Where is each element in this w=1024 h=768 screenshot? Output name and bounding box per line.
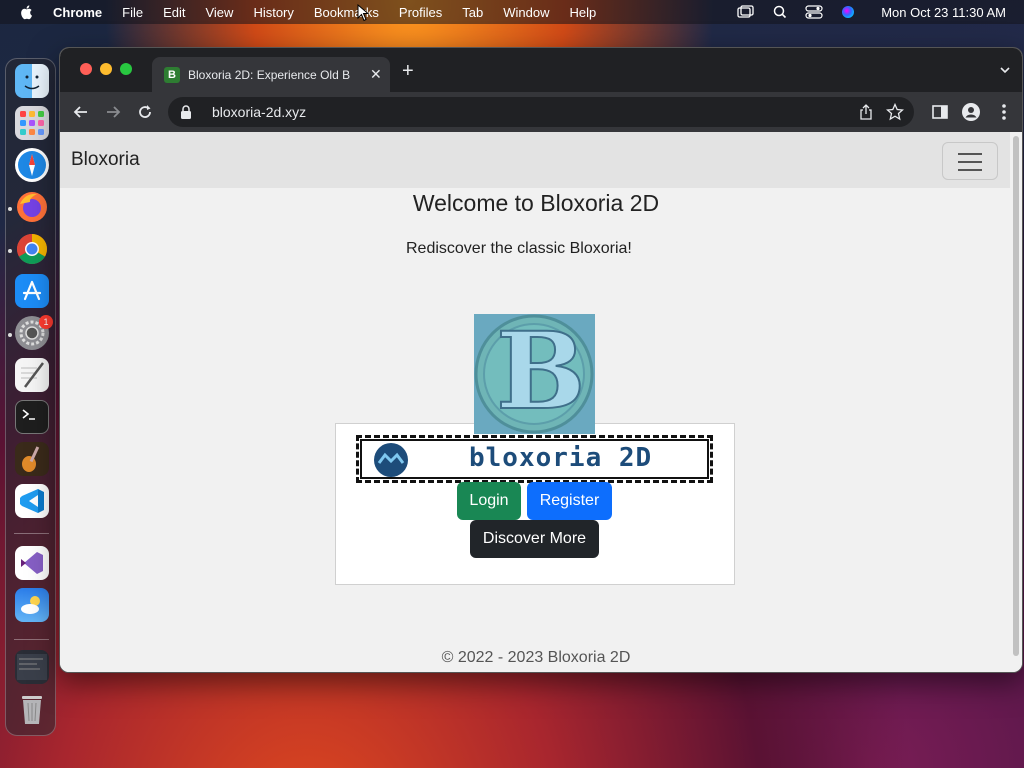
firefox-running-indicator (8, 207, 12, 211)
site-brand-link[interactable]: Bloxoria (71, 149, 140, 171)
menu-profiles[interactable]: Profiles (399, 5, 442, 20)
firefox-icon[interactable] (15, 190, 49, 224)
tab-title: Bloxoria 2D: Experience Old B (188, 67, 351, 82)
menu-file[interactable]: File (122, 5, 143, 20)
menu-tab[interactable]: Tab (462, 5, 483, 20)
control-center-icon[interactable] (805, 5, 823, 19)
bloxoria-2d-banner-image: bloxoria 2D (356, 435, 713, 483)
menu-edit[interactable]: Edit (163, 5, 185, 20)
logo-letter: B (495, 314, 587, 433)
zoom-window-button[interactable] (120, 63, 132, 75)
tab-close-icon[interactable]: ✕ (370, 66, 382, 83)
page-heading: Welcome to Bloxoria 2D (412, 190, 660, 216)
dock-separator-2 (14, 639, 49, 640)
site-navbar: Bloxoria (60, 132, 1012, 188)
textedit-icon[interactable] (15, 358, 49, 392)
weather-icon[interactable] (15, 588, 49, 622)
app-store-icon[interactable] (15, 274, 49, 308)
menu-clock[interactable]: Mon Oct 23 11:30 AM (881, 5, 1006, 20)
mouse-cursor-icon (357, 4, 369, 22)
scrollbar-thumb[interactable] (1013, 136, 1019, 656)
share-icon[interactable] (858, 104, 874, 120)
close-window-button[interactable] (80, 63, 92, 75)
navbar-toggle-button[interactable] (942, 142, 998, 180)
tab-active[interactable]: B Bloxoria 2D: Experience Old B ✕ (152, 57, 390, 92)
minimize-window-button[interactable] (100, 63, 112, 75)
forward-icon[interactable] (103, 102, 123, 122)
more-menu-icon[interactable] (994, 102, 1014, 122)
menu-app-name[interactable]: Chrome (53, 5, 102, 20)
dock-separator (14, 533, 49, 534)
chrome-running-indicator (8, 249, 12, 253)
page-footer: © 2022 - 2023 Bloxoria 2D (441, 649, 631, 666)
garageband-icon[interactable] (15, 442, 49, 476)
chrome-icon[interactable] (15, 232, 49, 266)
page-viewport: Bloxoria Welcome to Bloxoria 2D Rediscov… (60, 132, 1012, 672)
discover-more-button[interactable]: Discover More (470, 520, 599, 558)
menu-history[interactable]: History (253, 5, 293, 20)
menu-help[interactable]: Help (570, 5, 597, 20)
menu-bar: Chrome File Edit View History Bookmarks … (0, 0, 1024, 24)
bookmark-star-icon[interactable] (886, 103, 904, 121)
page-scrollbar[interactable] (1010, 132, 1022, 672)
siri-icon[interactable] (839, 5, 857, 19)
new-tab-icon[interactable]: + (402, 61, 414, 81)
menu-window[interactable]: Window (503, 5, 549, 20)
banner-text: bloxoria 2D (469, 443, 653, 473)
dock: 1 (5, 58, 56, 736)
lock-icon[interactable] (180, 105, 192, 119)
register-button[interactable]: Register (527, 482, 612, 520)
reload-icon[interactable] (135, 102, 155, 122)
hamburger-icon-line-2 (958, 161, 982, 163)
apple-icon[interactable] (19, 4, 35, 20)
banner-logo-icon (374, 443, 408, 477)
visual-studio-icon[interactable] (15, 546, 49, 580)
terminal-icon[interactable] (15, 400, 49, 434)
browser-toolbar: bloxoria-2d.xyz (60, 92, 1022, 132)
trash-icon[interactable] (15, 692, 49, 726)
spotlight-search-icon[interactable] (771, 5, 789, 19)
menu-bookmarks[interactable]: Bookmarks (314, 5, 379, 20)
favicon-icon: B (164, 66, 180, 83)
tab-strip: B Bloxoria 2D: Experience Old B ✕ + (60, 48, 1022, 92)
login-button[interactable]: Login (457, 482, 521, 520)
safari-icon[interactable] (15, 148, 49, 182)
menu-view[interactable]: View (205, 5, 233, 20)
side-panel-icon[interactable] (930, 102, 950, 122)
settings-notification-badge: 1 (39, 315, 53, 329)
address-bar[interactable]: bloxoria-2d.xyz (168, 97, 914, 127)
vscode-icon[interactable] (15, 484, 49, 518)
settings-running-indicator (8, 333, 12, 337)
back-icon[interactable] (71, 102, 91, 122)
page-lead-text: Rediscover the classic Bloxoria! (406, 240, 632, 257)
finder-icon[interactable] (15, 64, 49, 98)
screenshot-thumbnail-icon[interactable] (15, 650, 49, 684)
tab-search-chevron-icon[interactable] (1000, 65, 1010, 75)
url-text[interactable]: bloxoria-2d.xyz (212, 104, 306, 120)
window-switcher-icon[interactable] (737, 5, 755, 19)
profile-icon[interactable] (961, 102, 981, 122)
bloxoria-logo-image: B (474, 314, 595, 434)
hamburger-icon-line-1 (958, 153, 982, 155)
browser-window: B Bloxoria 2D: Experience Old B ✕ + blox… (59, 47, 1023, 673)
launchpad-icon[interactable] (15, 106, 49, 140)
hamburger-icon-line-3 (958, 169, 982, 171)
